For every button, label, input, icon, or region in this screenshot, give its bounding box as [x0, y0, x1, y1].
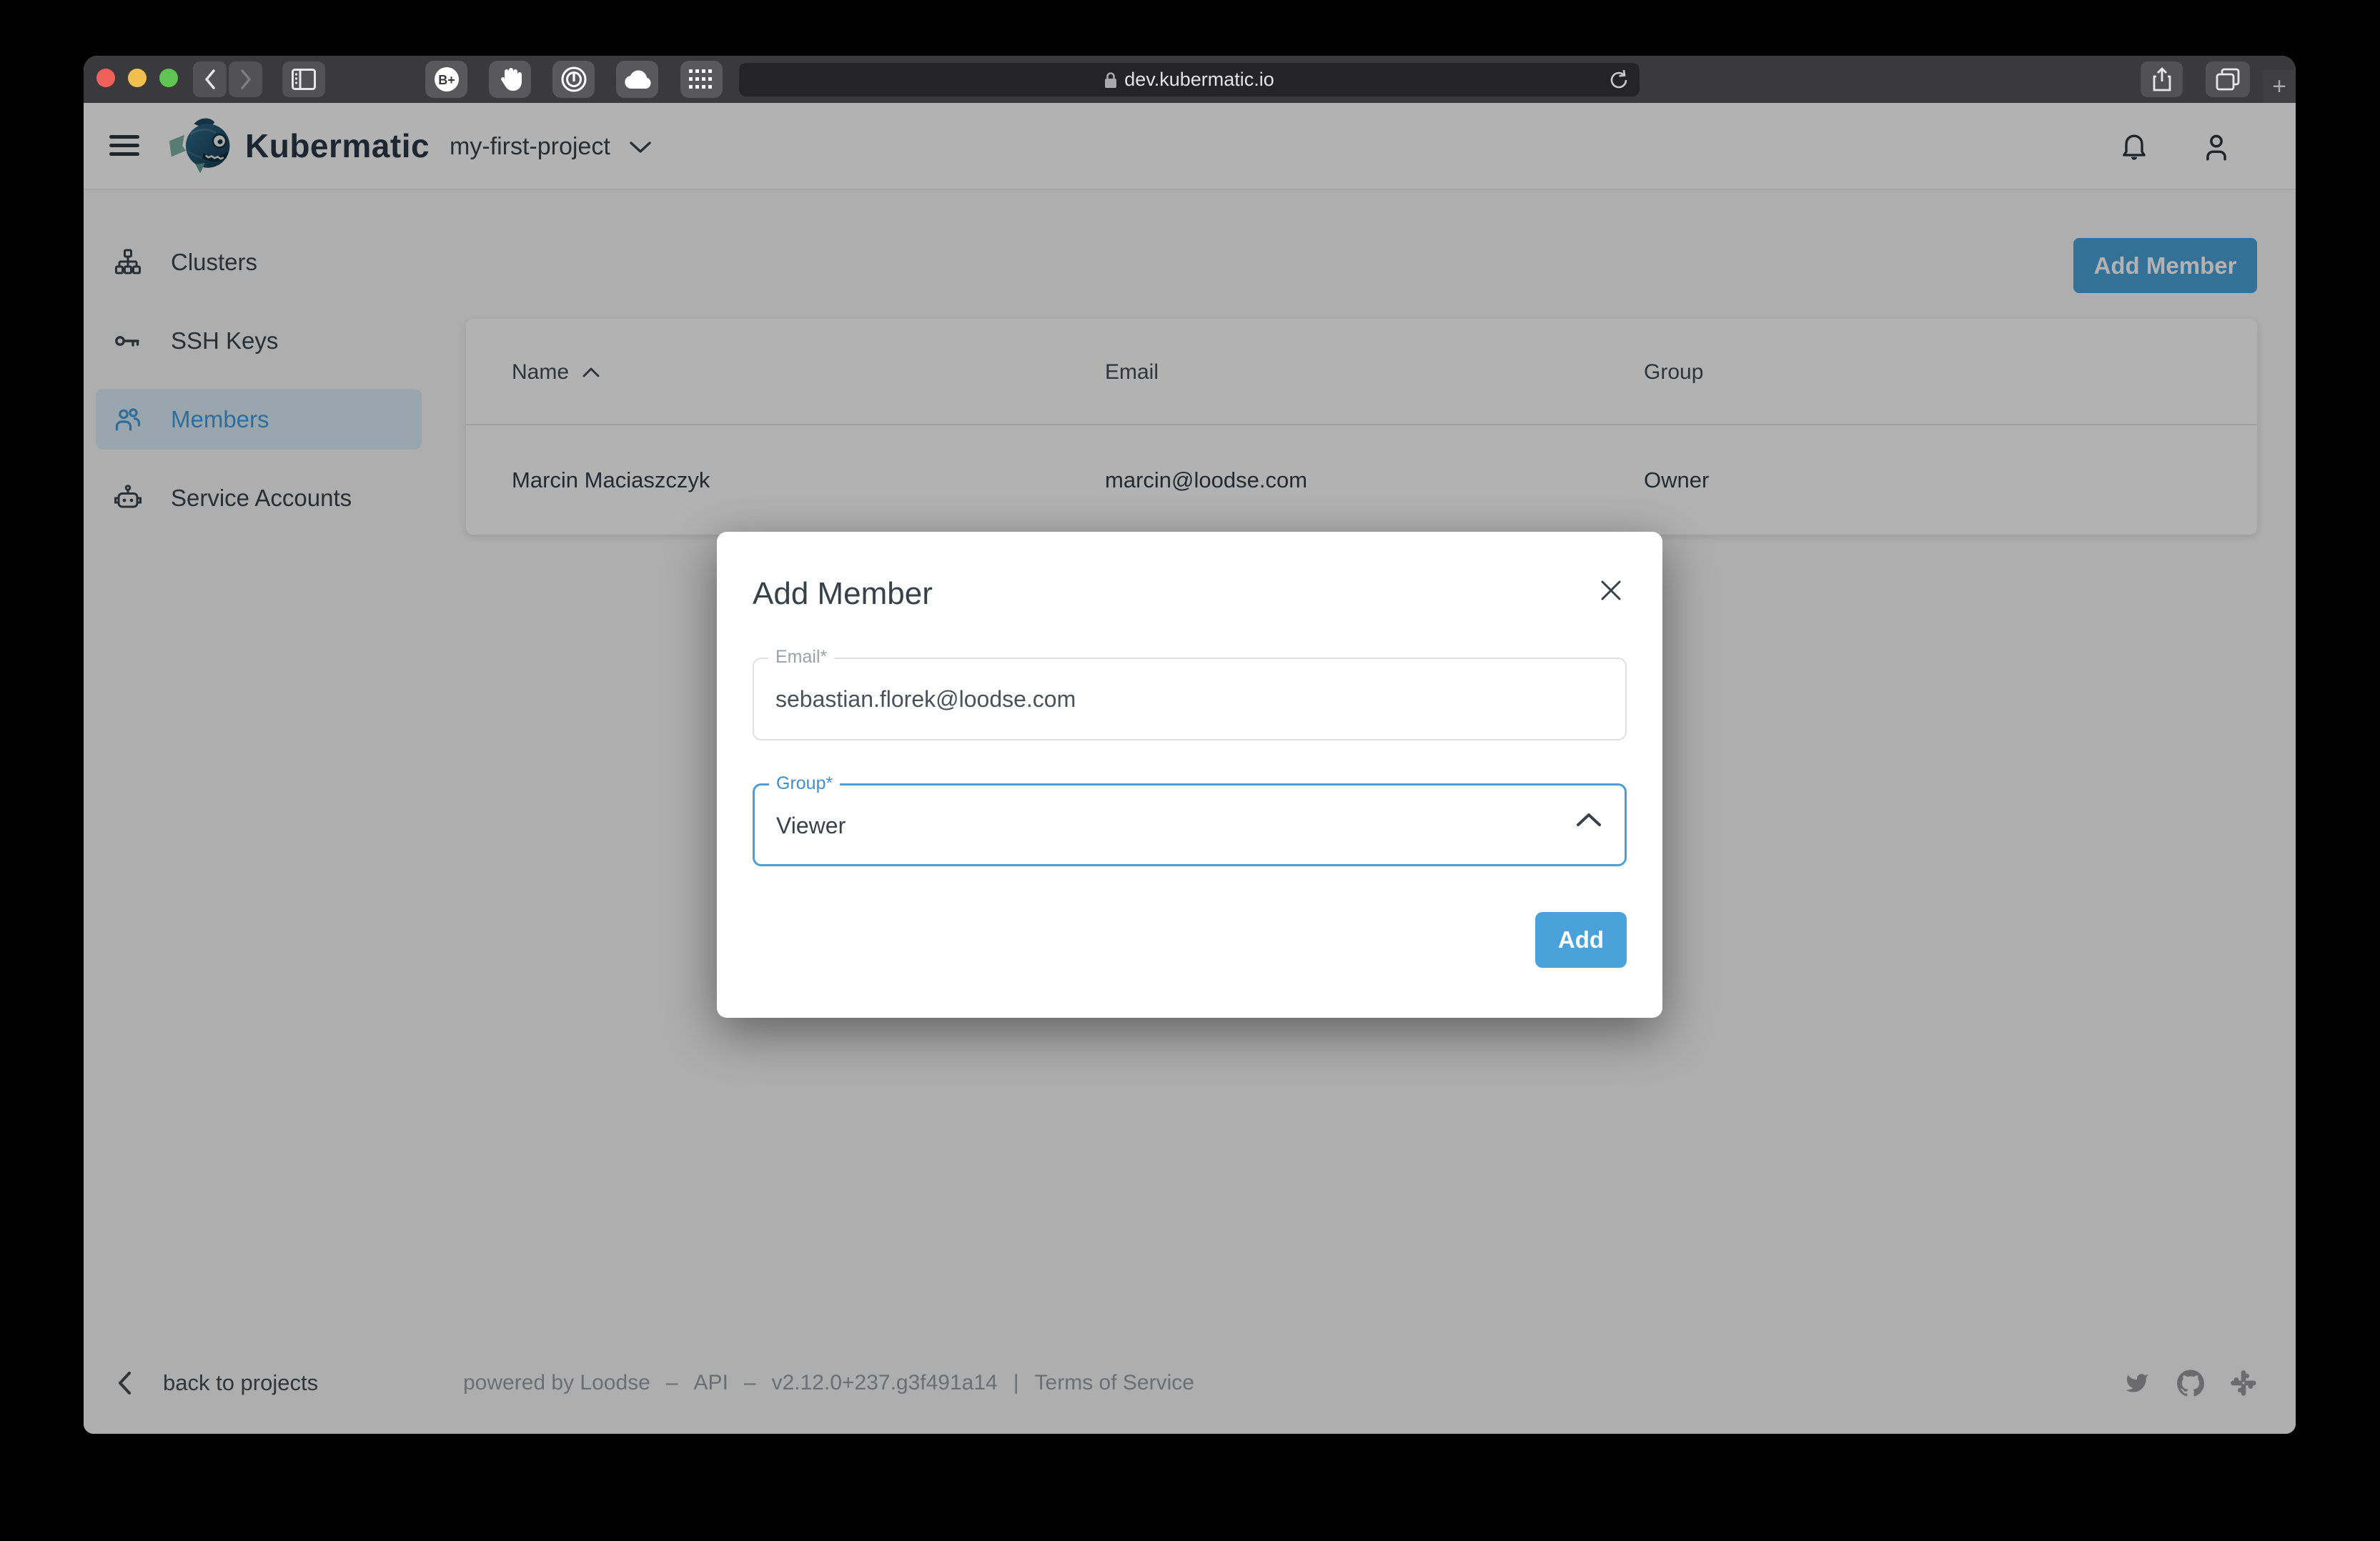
browser-toolbar: B+ dev.kubermatic.io: [84, 56, 2296, 103]
group-select-value: Viewer: [776, 786, 846, 866]
group-select[interactable]: Group* Viewer: [753, 783, 1627, 866]
window-close-button[interactable]: [96, 69, 115, 87]
reload-button[interactable]: [1608, 69, 1630, 95]
browser-window: B+ dev.kubermatic.io: [84, 56, 2296, 1434]
url-text: dev.kubermatic.io: [1124, 69, 1274, 91]
svg-text:B+: B+: [438, 73, 455, 87]
dialog-title: Add Member: [753, 576, 933, 612]
cloud-icon: [623, 69, 653, 90]
close-dialog-button[interactable]: [1597, 576, 1625, 605]
share-button[interactable]: [2141, 61, 2183, 97]
browser-back-button[interactable]: [193, 61, 227, 97]
extension-icloud-button[interactable]: [616, 61, 658, 98]
dots-grid-icon: [688, 68, 716, 91]
browser-forward-button[interactable]: [229, 61, 262, 97]
window-minimize-button[interactable]: [128, 69, 147, 87]
window-zoom-button[interactable]: [159, 69, 178, 87]
close-icon: [1599, 578, 1623, 603]
tab-overview-button[interactable]: [2206, 61, 2250, 97]
add-member-dialog: Add Member Email* sebastian.florek@loods…: [717, 532, 1662, 1018]
chevron-up-icon: [1575, 811, 1603, 832]
lock-icon: [1104, 71, 1117, 89]
address-bar[interactable]: dev.kubermatic.io: [739, 63, 1640, 96]
email-field-value: sebastian.florek@loodse.com: [775, 659, 1076, 739]
plus-icon: +: [2272, 73, 2286, 101]
hand-icon: [498, 66, 522, 93]
chevron-left-icon: [203, 69, 217, 90]
email-field[interactable]: Email* sebastian.florek@loodse.com: [753, 658, 1627, 740]
keyhole-circle-icon: [560, 65, 588, 94]
extension-grid-button[interactable]: [680, 61, 723, 98]
extension-onepassword-button[interactable]: [552, 61, 595, 98]
new-tab-button[interactable]: +: [2263, 70, 2296, 103]
share-icon: [2153, 67, 2171, 91]
extension-blocker-button[interactable]: [489, 61, 531, 98]
b-plus-badge-icon: B+: [432, 65, 461, 94]
dialog-add-button[interactable]: Add: [1535, 912, 1627, 968]
tabs-icon: [2216, 68, 2240, 91]
browser-sidebar-button[interactable]: [282, 61, 325, 97]
reload-icon: [1608, 69, 1630, 91]
extension-bitwarden-button[interactable]: B+: [425, 61, 467, 98]
screenshot-canvas: B+ dev.kubermatic.io: [0, 0, 2380, 1541]
kubermatic-app: Kubermatic my-first-project: [84, 103, 2296, 1434]
sidebar-icon: [292, 69, 316, 90]
chevron-right-icon: [239, 69, 253, 90]
